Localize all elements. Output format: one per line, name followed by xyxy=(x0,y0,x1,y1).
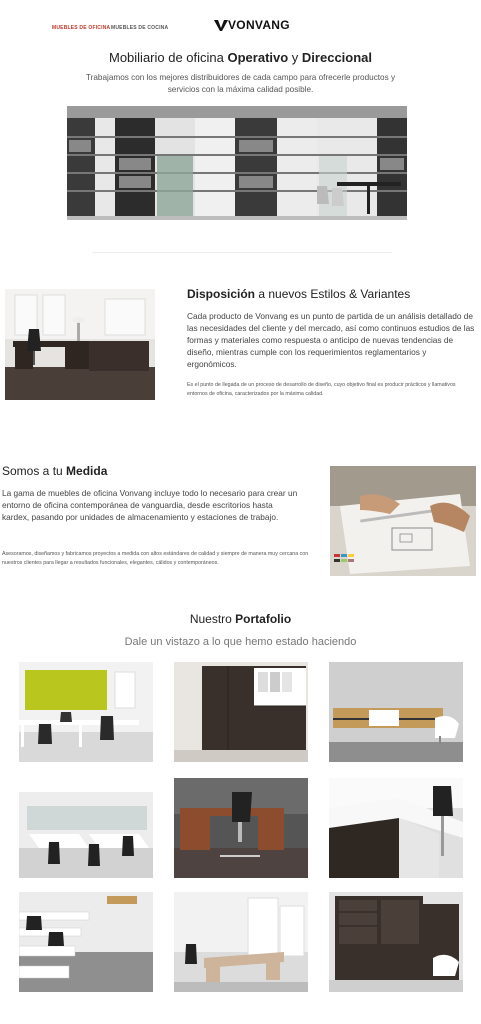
portfolio-item-4[interactable] xyxy=(19,778,153,878)
nav-link-muebles-oficina[interactable]: MUEBLES DE OFICINA xyxy=(52,25,110,31)
portfolio-title: Nuestro Portafolio xyxy=(189,612,292,626)
page-title: Mobiliario de oficina Operativo y Direcc… xyxy=(108,50,373,65)
nav-link-muebles-cocina[interactable]: MUEBLES DE COCINA xyxy=(111,25,168,31)
portfolio-subtitle: Dale un vistazo a lo que hemo estado hac… xyxy=(124,636,357,648)
portfolio-item-3[interactable] xyxy=(329,662,463,762)
executive-office-image xyxy=(5,289,155,400)
logo-text: VONVANG xyxy=(228,18,290,32)
section-divider xyxy=(92,252,392,253)
disposicion-title: Disposición a nuevos Estilos & Variantes xyxy=(187,287,411,301)
vonvang-logo[interactable]: VONVANG xyxy=(214,16,290,34)
disposicion-text: Cada producto de Vonvang es un punto de … xyxy=(187,311,475,369)
intro-text: Trabajamos con los mejores distribuidore… xyxy=(85,73,396,94)
medida-text: La gama de muebles de oficina Vonvang in… xyxy=(2,488,298,522)
design-drawing-image xyxy=(330,466,476,576)
portfolio-item-1[interactable] xyxy=(19,662,153,762)
portfolio-item-7[interactable] xyxy=(19,892,153,992)
medida-small-text: Asesoramos, diseñamos y fabricamos proye… xyxy=(2,551,309,566)
logo-v-icon xyxy=(214,20,228,31)
disposicion-small-text: Es el punto de llegada de un proceso de … xyxy=(187,382,456,397)
portfolio-item-5[interactable] xyxy=(174,778,308,878)
portfolio-item-6[interactable] xyxy=(329,778,463,878)
hero-shelving-image xyxy=(67,106,407,220)
top-nav: MUEBLES DE OFICINA MUEBLES DE COCINA VON… xyxy=(0,14,481,34)
portfolio-item-8[interactable] xyxy=(174,892,308,992)
portfolio-item-2[interactable] xyxy=(174,662,308,762)
medida-title: Somos a tu Medida xyxy=(2,464,108,478)
portfolio-item-9[interactable] xyxy=(329,892,463,992)
